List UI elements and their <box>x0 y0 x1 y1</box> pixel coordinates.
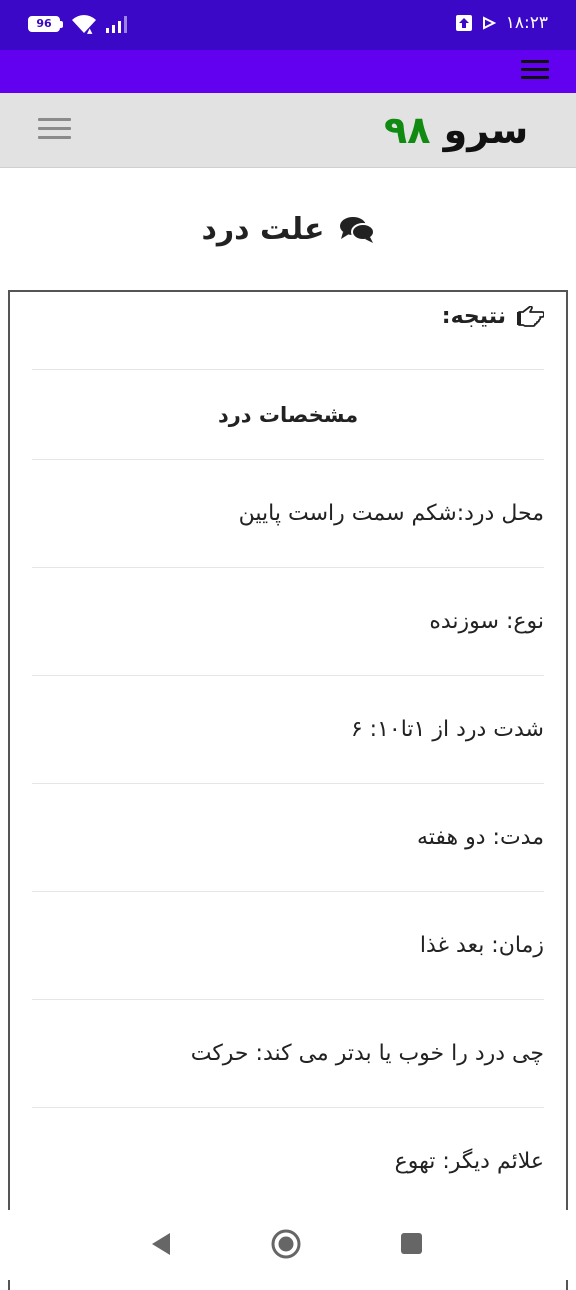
result-card: نتیجه: مشخصات درد محل درد:شکم سمت راست پ… <box>8 290 568 1290</box>
wifi-icon: ▲ <box>72 15 96 34</box>
page-title-row: علت درد <box>0 212 576 249</box>
result-row-time: زمان: بعد غذا <box>32 892 544 1000</box>
result-label: نتیجه: <box>441 304 506 329</box>
result-heading: مشخصات درد <box>32 370 544 460</box>
status-bar: 96 ▲ ۱۸:۲۳ <box>0 0 576 50</box>
result-row-other-symptoms: علائم دیگر: تهوع <box>32 1108 544 1216</box>
home-icon[interactable] <box>270 1228 302 1260</box>
logo-word: سرو <box>443 108 529 152</box>
app-bar <box>0 50 576 93</box>
nav-bar <box>0 1210 576 1280</box>
status-left: 96 ▲ <box>28 14 131 34</box>
signal-icon <box>106 16 127 33</box>
battery-icon: 96 <box>28 16 63 32</box>
hand-pointer-icon <box>517 305 544 327</box>
result-row-intensity: شدت درد از ۱تا۱۰: ۶ <box>32 676 544 784</box>
result-row-duration: مدت: دو هفته <box>32 784 544 892</box>
svg-text:▲: ▲ <box>87 27 93 34</box>
back-icon[interactable] <box>150 1232 172 1256</box>
result-header: نتیجه: <box>442 304 544 329</box>
result-row-location: محل درد:شکم سمت راست پایین <box>32 460 544 568</box>
comments-icon <box>339 216 375 243</box>
status-right: ۱۸:۲۳ <box>455 13 548 33</box>
recent-apps-icon[interactable] <box>401 1233 422 1254</box>
result-row-modifiers: چی درد را خوب یا بدتر می کند: حرکت <box>32 1000 544 1108</box>
page-title: علت درد <box>201 212 325 247</box>
site-header: ۹۸ سرو <box>0 93 576 168</box>
site-menu-icon[interactable] <box>38 118 71 142</box>
logo-number: ۹۸ <box>384 108 431 152</box>
battery-level: 96 <box>28 16 60 32</box>
result-row-type: نوع: سوزنده <box>32 568 544 676</box>
site-logo[interactable]: ۹۸ سرو <box>384 108 528 152</box>
result-rows: مشخصات درد محل درد:شکم سمت راست پایین نو… <box>32 369 544 1216</box>
upload-icon <box>455 15 472 31</box>
app-menu-icon[interactable] <box>521 60 549 82</box>
status-clock: ۱۸:۲۳ <box>505 13 548 33</box>
play-icon <box>482 16 496 30</box>
